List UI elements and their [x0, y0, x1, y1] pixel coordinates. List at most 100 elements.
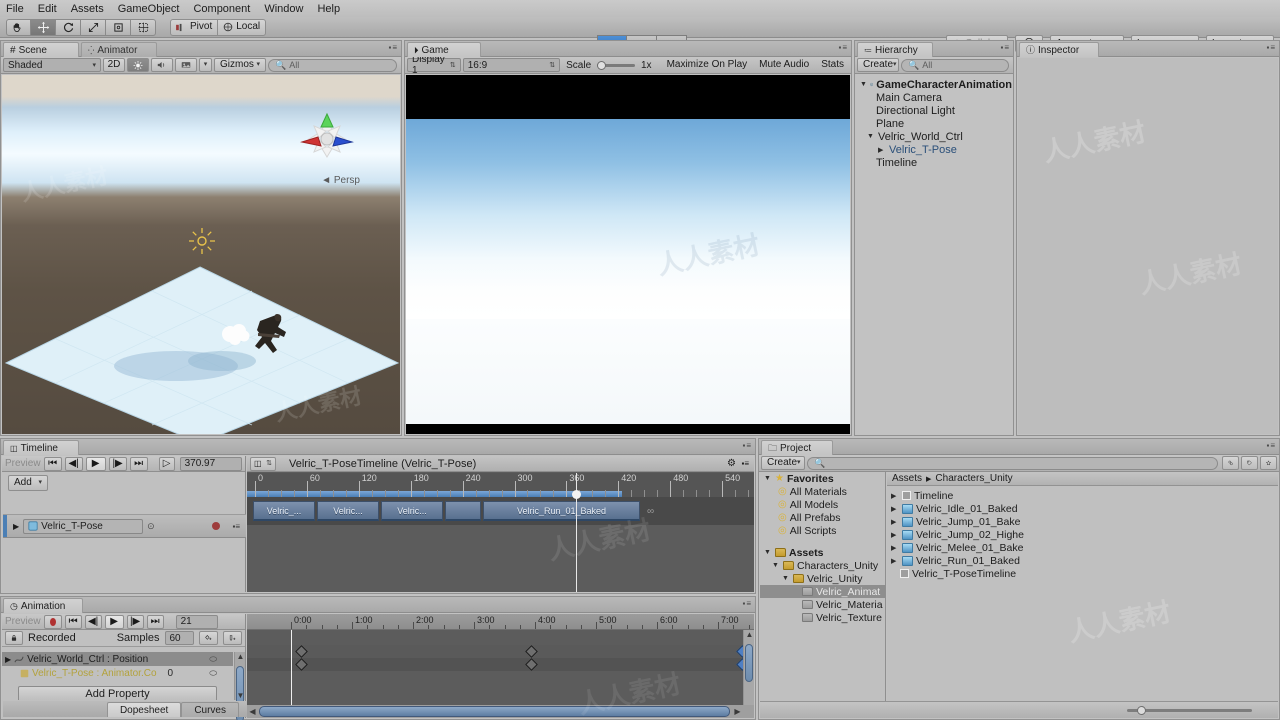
scale-tool-icon[interactable]	[81, 18, 106, 36]
dopesheet-keyrow[interactable]	[247, 658, 754, 671]
scene-view-gizmo[interactable]	[296, 108, 358, 170]
scene-search-input[interactable]: 🔍 All	[268, 58, 397, 72]
animation-next-key-button[interactable]: |▶	[126, 614, 144, 629]
dopesheet-keyrow[interactable]	[247, 645, 754, 658]
zoom-slider-knob[interactable]	[1137, 705, 1146, 715]
tab-timeline[interactable]: ◫ Timeline	[3, 440, 79, 455]
scrollbar-thumb[interactable]	[259, 706, 730, 717]
filter-by-type-icon[interactable]	[1222, 456, 1239, 470]
project-file-row[interactable]: ▶ Velric_Idle_01_Baked	[887, 502, 1278, 515]
project-favorite-item[interactable]: ◎ All Models	[760, 498, 885, 511]
maximize-on-play-button[interactable]: Maximize On Play	[662, 58, 753, 72]
hierarchy-item-scene[interactable]: ▼ GameCharacterAnimation	[856, 78, 1012, 91]
project-tree-item[interactable]: ▼ Characters_Unity	[760, 559, 885, 572]
add-keyframe-icon[interactable]	[199, 631, 218, 645]
hierarchy-search-input[interactable]: 🔍 All	[901, 58, 1009, 72]
hierarchy-item-velric-world-ctrl[interactable]: ▼ Velric_World_Ctrl	[856, 130, 1012, 143]
dopesheet-ruler[interactable]: 0:00 1:00 2:00 3:00 4:00 5:00 6:00 7:00	[247, 614, 765, 630]
chevron-down-icon[interactable]: ▼	[772, 562, 780, 569]
toggle-2d-button[interactable]: 2D	[103, 58, 125, 72]
timeline-clip[interactable]: Velric_...	[253, 501, 315, 521]
chevron-down-icon[interactable]: ▼	[764, 475, 772, 482]
track-record-icon[interactable]	[212, 522, 220, 530]
project-tree[interactable]: ▼ ★ Favorites ◎ All Materials ◎ All Mode…	[760, 472, 886, 701]
favorite-icon[interactable]	[1260, 456, 1277, 470]
gear-icon[interactable]: ⚙	[727, 458, 736, 469]
scale-slider[interactable]	[597, 60, 635, 70]
keyframe-marker[interactable]	[525, 645, 539, 658]
animation-dopesheet[interactable]: 0:00 1:00 2:00 3:00 4:00 5:00 6:00 7:00 ▲ ◀ ▶ 人…	[247, 614, 765, 719]
animation-property-list[interactable]: ▶ Velric_World_Ctrl : Position ⬭ Velric_…	[2, 652, 233, 700]
create-button[interactable]: Create ▾	[857, 58, 899, 72]
project-create-button[interactable]: Create ▾	[761, 456, 805, 470]
timeline-clip[interactable]: Velric_Run_01_Baked	[483, 501, 640, 521]
scroll-left-arrow[interactable]: ◀	[247, 707, 258, 716]
scene-panel-menu-icon[interactable]: ▪≡	[388, 43, 398, 52]
menu-item-window[interactable]: Window	[264, 3, 303, 15]
gizmos-button[interactable]: Gizmos ▾	[214, 58, 266, 72]
game-panel-menu-icon[interactable]: ▪≡	[838, 43, 848, 52]
rect-tool-icon[interactable]	[106, 18, 131, 36]
project-zoom-slider[interactable]	[1127, 705, 1252, 715]
chevron-right-icon[interactable]: ▶	[891, 518, 899, 526]
tab-scene[interactable]: # Scene	[3, 42, 79, 57]
timeline-next-frame-button[interactable]: |▶	[108, 456, 127, 471]
track-menu-icon[interactable]: ▪≡	[232, 522, 240, 531]
chevron-right-icon[interactable]: ▶	[891, 544, 899, 552]
game-viewport[interactable]: 人人素材	[406, 75, 850, 434]
project-favorite-item[interactable]: ◎ All Materials	[760, 485, 885, 498]
project-favorite-item[interactable]: ◎ All Prefabs	[760, 511, 885, 524]
menu-item-gameobject[interactable]: GameObject	[118, 3, 180, 15]
tab-animation[interactable]: ◷ Animation	[3, 598, 83, 613]
animation-property-row[interactable]: ▶ Velric_World_Ctrl : Position ⬭	[2, 652, 233, 666]
timeline-loop-button[interactable]: ▷	[158, 456, 175, 471]
hierarchy-item-timeline[interactable]: Timeline	[856, 156, 1012, 169]
animation-property-row[interactable]: Velric_T-Pose : Animator.Co 0 ⬭	[2, 666, 233, 680]
project-favorite-item[interactable]: ◎ All Scripts	[760, 524, 885, 537]
dopesheet-hscrollbar[interactable]: ◀ ▶	[247, 705, 754, 718]
pivot-button[interactable]: Pivot	[170, 18, 219, 36]
chevron-right-icon[interactable]: ▶	[878, 146, 886, 154]
timeline-clip[interactable]: Velric...	[317, 501, 379, 521]
chevron-down-icon[interactable]: ▼	[867, 133, 875, 140]
chevron-down-icon[interactable]: ▼	[860, 81, 867, 88]
project-search-input[interactable]: 🔍	[807, 456, 1218, 470]
timeline-panel-menu-icon[interactable]: ▪≡	[742, 441, 752, 450]
animation-lock-icon[interactable]	[5, 631, 23, 645]
project-tree-item[interactable]: ▼ Velric_Unity	[760, 572, 885, 585]
keyframe-marker[interactable]	[295, 645, 309, 658]
chevron-right-icon[interactable]: ▶	[891, 505, 899, 513]
animation-prev-key-button[interactable]: ◀|	[84, 614, 102, 629]
project-file-row[interactable]: Velric_T-PoseTimeline	[887, 567, 1278, 580]
menu-item-help[interactable]: Help	[317, 3, 340, 15]
animation-last-frame-button[interactable]: ⏭	[146, 614, 164, 629]
track-name-field[interactable]: Velric_T-Pose	[23, 518, 144, 534]
timeline-preview-label[interactable]: Preview	[5, 458, 41, 469]
project-file-row[interactable]: ▶ Velric_Run_01_Baked	[887, 554, 1278, 567]
timeline-clip[interactable]: Velric...	[381, 501, 443, 521]
breadcrumb-assets[interactable]: Assets	[892, 473, 922, 484]
animation-list-scrollbar[interactable]: ▲ ▼	[234, 652, 246, 720]
animation-frame-field[interactable]: 21	[175, 614, 218, 629]
hierarchy-item-velric-t-pose[interactable]: ▶ Velric_T-Pose	[856, 143, 1012, 156]
animation-panel-menu-icon[interactable]: ▪≡	[742, 599, 752, 608]
keyframe-toggle-icon[interactable]: ⬭	[209, 654, 217, 665]
stats-button[interactable]: Stats	[816, 58, 849, 72]
project-file-list[interactable]: Assets ▶ Characters_Unity ▶ Timeline ▶ V…	[887, 472, 1278, 701]
add-property-button[interactable]: Add Property	[18, 686, 217, 700]
move-tool-icon[interactable]	[31, 18, 56, 36]
keyframe-marker[interactable]	[295, 658, 309, 671]
mute-audio-button[interactable]: Mute Audio	[754, 58, 814, 72]
chevron-down-icon[interactable]: ▼	[782, 575, 790, 582]
chevron-right-icon[interactable]: ▶	[891, 492, 899, 500]
scroll-down-arrow[interactable]: ▼	[235, 691, 246, 700]
add-event-icon[interactable]	[223, 631, 242, 645]
tab-project[interactable]: 🗀 Project	[761, 440, 833, 455]
animation-record-button[interactable]	[43, 614, 62, 629]
keyframe-marker[interactable]	[525, 658, 539, 671]
audio-toggle-icon[interactable]	[151, 58, 173, 72]
animation-samples-field[interactable]: 60	[164, 631, 194, 645]
tab-curves[interactable]: Curves	[181, 702, 239, 717]
hand-tool-icon[interactable]	[6, 18, 31, 36]
aspect-dropdown[interactable]: 16:9 ⇅	[462, 58, 561, 72]
